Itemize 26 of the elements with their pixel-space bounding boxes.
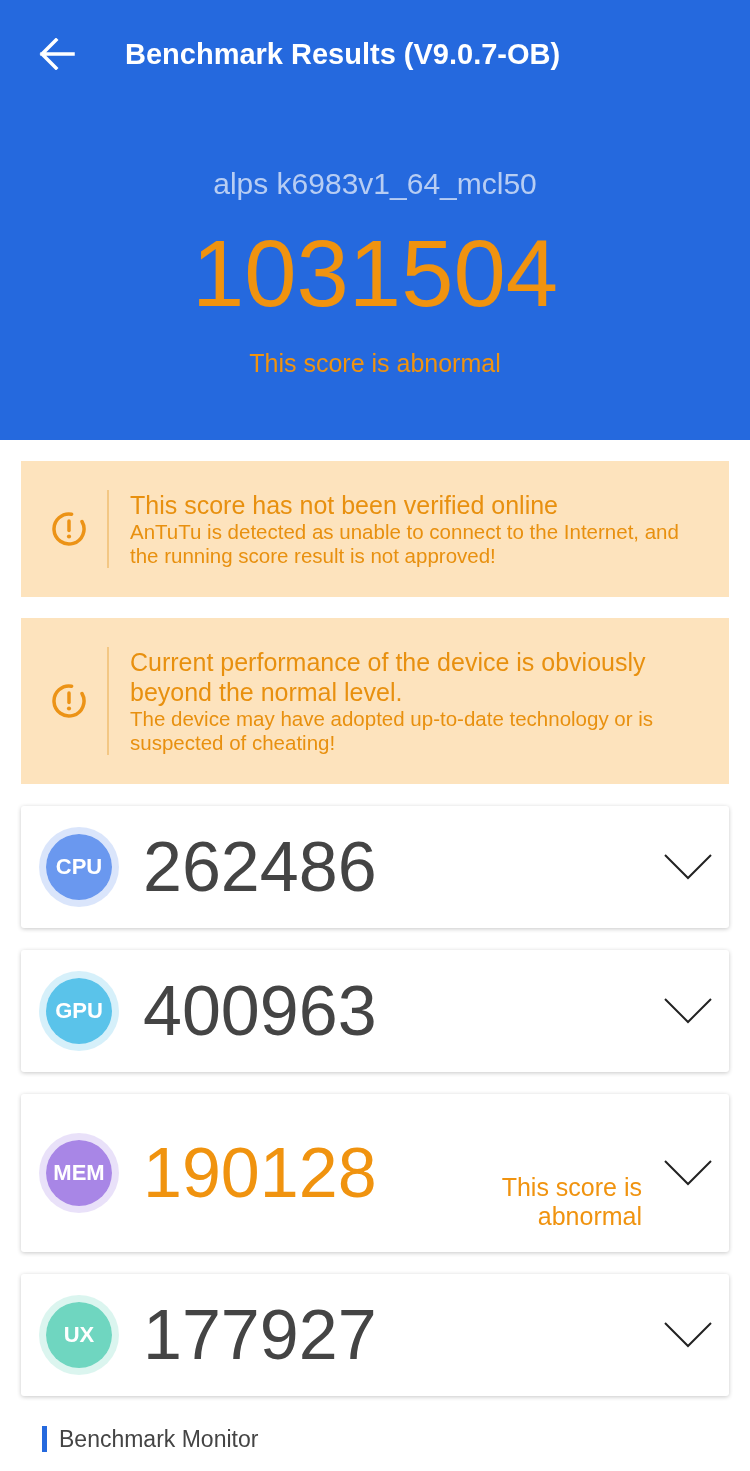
warning-message: The device may have adopted up-to-date technology or is suspected of cheating!: [130, 707, 655, 755]
page-title: Benchmark Results (V9.0.7-OB): [125, 37, 561, 71]
warning-message: AnTuTu is detected as unable to connect to the Internet, and the running score result is not approved!: [130, 520, 680, 568]
category-score: 177927: [143, 1295, 377, 1375]
total-score: 1031504: [192, 222, 558, 326]
category-badge: CPU: [39, 827, 119, 907]
chevron-down-icon[interactable]: [664, 998, 712, 1024]
category-score: 400963: [143, 971, 377, 1051]
chevron-down-icon[interactable]: [664, 854, 712, 880]
warning-icon: [51, 511, 87, 547]
chevron-down-icon[interactable]: [664, 1160, 712, 1186]
warning-title: This score has not been verified online: [130, 490, 560, 520]
category-badge: GPU: [39, 971, 119, 1051]
warning-icon: [51, 683, 87, 719]
category-badge: UX: [39, 1295, 119, 1375]
warning-title: Current performance of the device is obviously beyond the normal level.: [130, 647, 647, 707]
category-badge: MEM: [39, 1133, 119, 1213]
category-score: 190128: [143, 1133, 377, 1213]
abnormal-note: This score is abnormal: [249, 348, 501, 378]
chevron-down-icon[interactable]: [664, 1322, 712, 1348]
category-score: 262486: [143, 827, 377, 907]
back-arrow-icon: [39, 38, 75, 70]
abnormal-note: This score is abnormal: [500, 1173, 642, 1231]
back-button[interactable]: [39, 38, 75, 70]
device-name: alps k6983v1_64_mcl50: [213, 166, 537, 202]
section-heading: Benchmark Monitor: [42, 1426, 259, 1452]
